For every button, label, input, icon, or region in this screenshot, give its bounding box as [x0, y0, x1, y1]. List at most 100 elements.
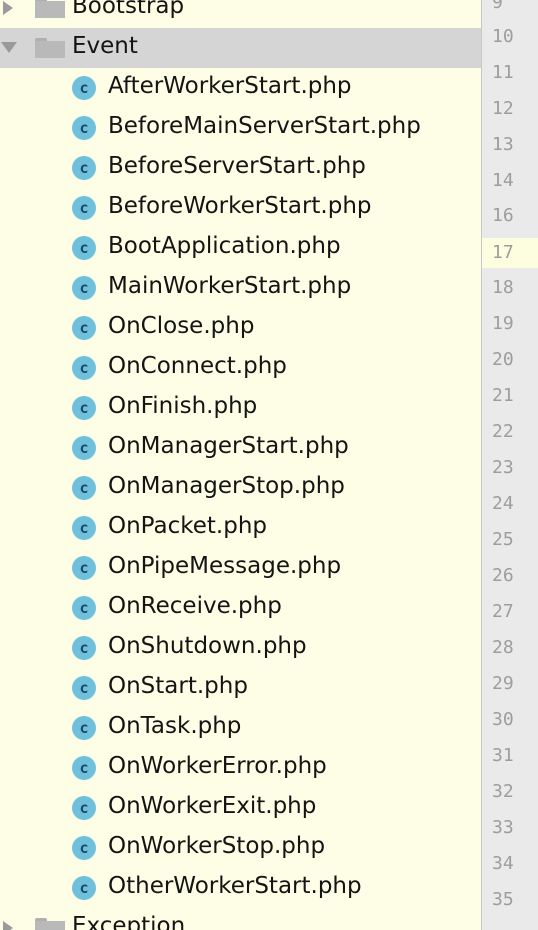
file-label: OnManagerStop.php: [108, 473, 345, 499]
class-icon-glyph: c: [79, 438, 89, 457]
line-number: 32: [492, 781, 514, 802]
tree-file-item[interactable]: c OnWorkerStop.php: [0, 828, 481, 868]
tree-folder-bootstrap[interactable]: Bootstrap: [0, 0, 481, 28]
line-number: 16: [492, 205, 514, 226]
line-number: 17: [482, 238, 538, 268]
line-number: 9: [492, 0, 503, 13]
php-class-icon: c: [72, 516, 96, 540]
php-class-icon: c: [72, 836, 96, 860]
file-label: AfterWorkerStart.php: [108, 73, 352, 99]
line-number: 13: [492, 134, 514, 155]
class-icon-glyph: c: [79, 878, 89, 897]
line-number: 28: [492, 637, 514, 658]
class-icon-glyph: c: [79, 158, 89, 177]
php-class-icon: c: [72, 236, 96, 260]
tree-file-item[interactable]: c OnWorkerError.php: [0, 748, 481, 788]
class-icon-glyph: c: [79, 478, 89, 497]
php-class-icon: c: [72, 276, 96, 300]
class-icon-glyph: c: [79, 118, 89, 137]
tree-file-item[interactable]: c OnFinish.php: [0, 388, 481, 428]
php-class-icon: c: [72, 636, 96, 660]
file-label: OnClose.php: [108, 313, 255, 339]
php-class-icon: c: [72, 116, 96, 140]
php-class-icon: c: [72, 196, 96, 220]
line-number: 24: [492, 493, 514, 514]
tree-folder-exception[interactable]: Exception: [0, 908, 481, 930]
file-label: OnWorkerStop.php: [108, 833, 326, 859]
file-label: OnManagerStart.php: [108, 433, 349, 459]
file-label: BootApplication.php: [108, 233, 341, 259]
tree-file-item[interactable]: c MainWorkerStart.php: [0, 268, 481, 308]
class-icon-glyph: c: [79, 238, 89, 257]
php-class-icon: c: [72, 476, 96, 500]
line-number: 30: [492, 709, 514, 730]
file-label: OnFinish.php: [108, 393, 258, 419]
line-number: 22: [492, 421, 514, 442]
tree-file-item[interactable]: c BeforeWorkerStart.php: [0, 188, 481, 228]
tree-file-item[interactable]: c OnWorkerExit.php: [0, 788, 481, 828]
tree-file-item[interactable]: c OnTask.php: [0, 708, 481, 748]
folder-icon: [35, 0, 65, 18]
tree-file-item[interactable]: c AfterWorkerStart.php: [0, 68, 481, 108]
class-icon-glyph: c: [79, 278, 89, 297]
line-number-gutter: 9 10 11 12 13 14 16 17 18 19 20 21 22 23 24 25 26 27 28 29 3…: [481, 0, 538, 930]
class-icon-glyph: c: [79, 358, 89, 377]
line-number: 29: [492, 673, 514, 694]
tree-file-item[interactable]: c OnPipeMessage.php: [0, 548, 481, 588]
tree-file-item[interactable]: c OnReceive.php: [0, 588, 481, 628]
line-number: 34: [492, 853, 514, 874]
project-tree: Bootstrap Event c AfterWorkerStart.php c Be…: [0, 0, 481, 930]
tree-file-item[interactable]: c OnPacket.php: [0, 508, 481, 548]
tree-file-item[interactable]: c OnConnect.php: [0, 348, 481, 388]
php-class-icon: c: [72, 876, 96, 900]
folder-label: Bootstrap: [72, 0, 185, 19]
tree-file-item[interactable]: c OnClose.php: [0, 308, 481, 348]
tree-file-item[interactable]: c OnShutdown.php: [0, 628, 481, 668]
tree-file-item[interactable]: c BootApplication.php: [0, 228, 481, 268]
file-label: OnPacket.php: [108, 513, 268, 539]
class-icon-glyph: c: [79, 398, 89, 417]
line-number: 21: [492, 385, 514, 406]
file-label: OnShutdown.php: [108, 633, 307, 659]
class-icon-glyph: c: [79, 558, 89, 577]
line-number: 18: [492, 277, 514, 298]
file-label: BeforeServerStart.php: [108, 153, 366, 179]
class-icon-glyph: c: [79, 838, 89, 857]
file-label: OnTask.php: [108, 713, 242, 739]
tree-folder-event[interactable]: Event: [0, 28, 481, 68]
line-number: 14: [492, 170, 514, 191]
line-number: 23: [492, 457, 514, 478]
expand-arrow-icon[interactable]: [3, 921, 13, 930]
php-class-icon: c: [72, 556, 96, 580]
file-label: OnConnect.php: [108, 353, 287, 379]
file-label: MainWorkerStart.php: [108, 273, 352, 299]
class-icon-glyph: c: [79, 758, 89, 777]
file-label: OnPipeMessage.php: [108, 553, 342, 579]
tree-file-item[interactable]: c BeforeMainServerStart.php: [0, 108, 481, 148]
line-number: 25: [492, 529, 514, 550]
tree-file-item[interactable]: c OnManagerStart.php: [0, 428, 481, 468]
class-icon-glyph: c: [79, 518, 89, 537]
line-number: 27: [492, 601, 514, 622]
class-icon-glyph: c: [79, 718, 89, 737]
folder-icon: [35, 38, 65, 58]
folder-label: Event: [72, 33, 138, 59]
line-number: 31: [492, 745, 514, 766]
file-label: OnStart.php: [108, 673, 248, 699]
file-label: OnReceive.php: [108, 593, 282, 619]
php-class-icon: c: [72, 156, 96, 180]
php-class-icon: c: [72, 316, 96, 340]
php-class-icon: c: [72, 396, 96, 420]
collapse-arrow-icon[interactable]: [1, 42, 17, 53]
php-class-icon: c: [72, 356, 96, 380]
file-label: BeforeWorkerStart.php: [108, 193, 372, 219]
expand-arrow-icon[interactable]: [3, 1, 13, 15]
tree-file-item[interactable]: c OnManagerStop.php: [0, 468, 481, 508]
tree-file-item[interactable]: c BeforeServerStart.php: [0, 148, 481, 188]
class-icon-glyph: c: [79, 798, 89, 817]
tree-file-item[interactable]: c OnStart.php: [0, 668, 481, 708]
php-class-icon: c: [72, 596, 96, 620]
line-number: 33: [492, 817, 514, 838]
tree-file-item[interactable]: c OtherWorkerStart.php: [0, 868, 481, 908]
line-number: 19: [492, 313, 514, 334]
